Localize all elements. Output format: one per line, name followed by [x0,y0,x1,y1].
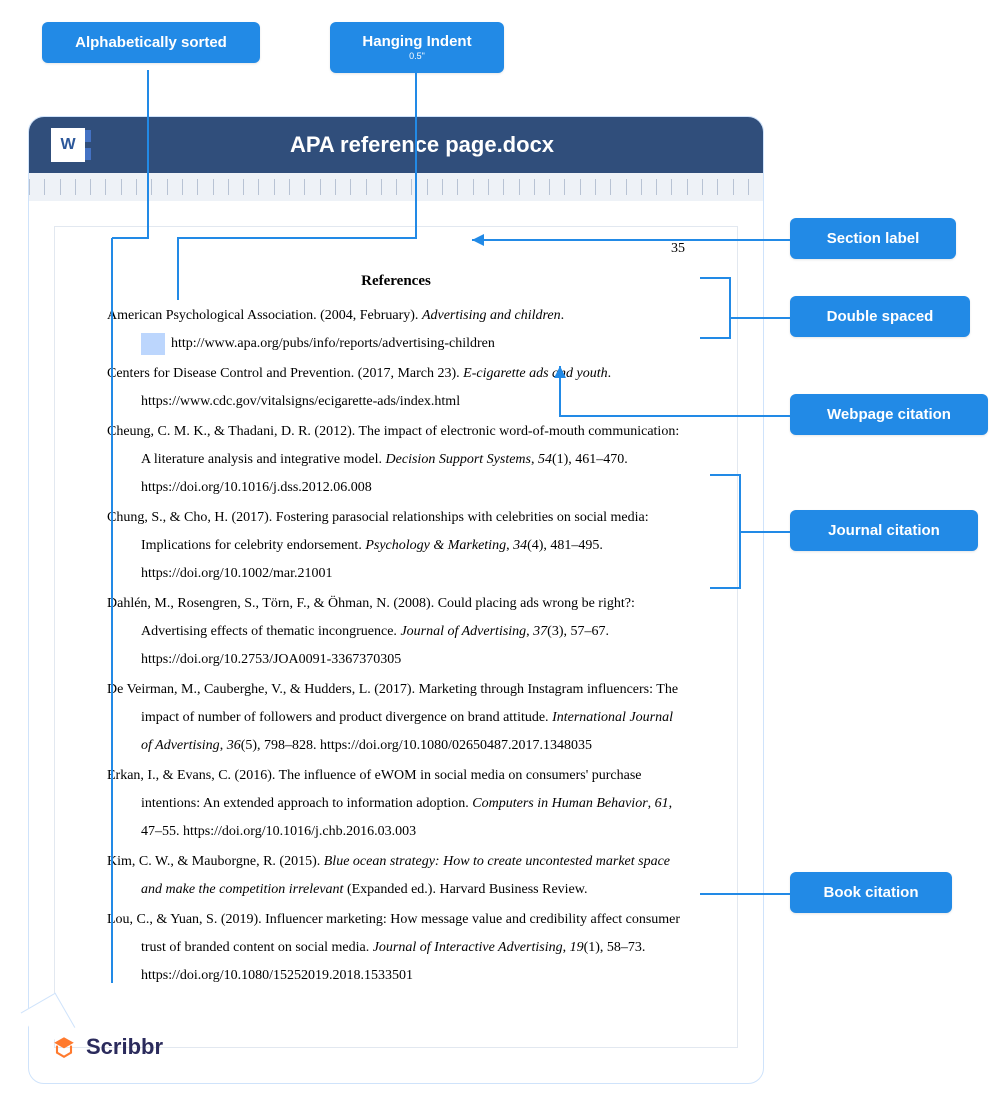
reference-entry: Kim, C. W., & Mauborgne, R. (2015). Blue… [107,848,685,904]
label-journal-citation: Journal citation [790,510,978,551]
word-icon: W [51,128,85,162]
label-hanging-indent-sub: 0.5" [348,52,486,61]
document-viewer: W APA reference page.docx 35 References … [28,116,764,1084]
reference-entry: Centers for Disease Control and Preventi… [107,360,685,416]
page-number: 35 [671,241,685,257]
label-hanging-indent: Hanging Indent 0.5" [330,22,504,73]
reference-entry: American Psychological Association. (200… [107,302,685,358]
scribbr-icon [50,1033,78,1061]
indent-highlight [141,333,165,355]
reference-entry: Lou, C., & Yuan, S. (2019). Influencer m… [107,906,685,990]
label-webpage-citation: Webpage citation [790,394,988,435]
sheet: 35 References American Psychological Ass… [55,227,737,1047]
reference-entry: Chung, S., & Cho, H. (2017). Fostering p… [107,504,685,588]
reference-entry: Dahlén, M., Rosengren, S., Törn, F., & Ö… [107,590,685,674]
label-book-citation: Book citation [790,872,952,913]
label-alphabetical: Alphabetically sorted [42,22,260,63]
brand-logo: Scribbr [50,1033,163,1061]
label-hanging-indent-title: Hanging Indent [362,33,471,50]
document-title: APA reference page.docx [103,132,741,158]
label-double-spaced: Double spaced [790,296,970,337]
reference-entry: Cheung, C. M. K., & Thadani, D. R. (2012… [107,418,685,502]
brand-name: Scribbr [86,1034,163,1060]
ruler [29,173,763,201]
page-wrap: 35 References American Psychological Ass… [29,201,763,1073]
label-section: Section label [790,218,956,259]
reference-entry: De Veirman, M., Cauberghe, V., & Hudders… [107,676,685,760]
titlebar: W APA reference page.docx [29,117,763,173]
references-heading: References [107,273,685,290]
reference-entry: Erkan, I., & Evans, C. (2016). The influ… [107,762,685,846]
